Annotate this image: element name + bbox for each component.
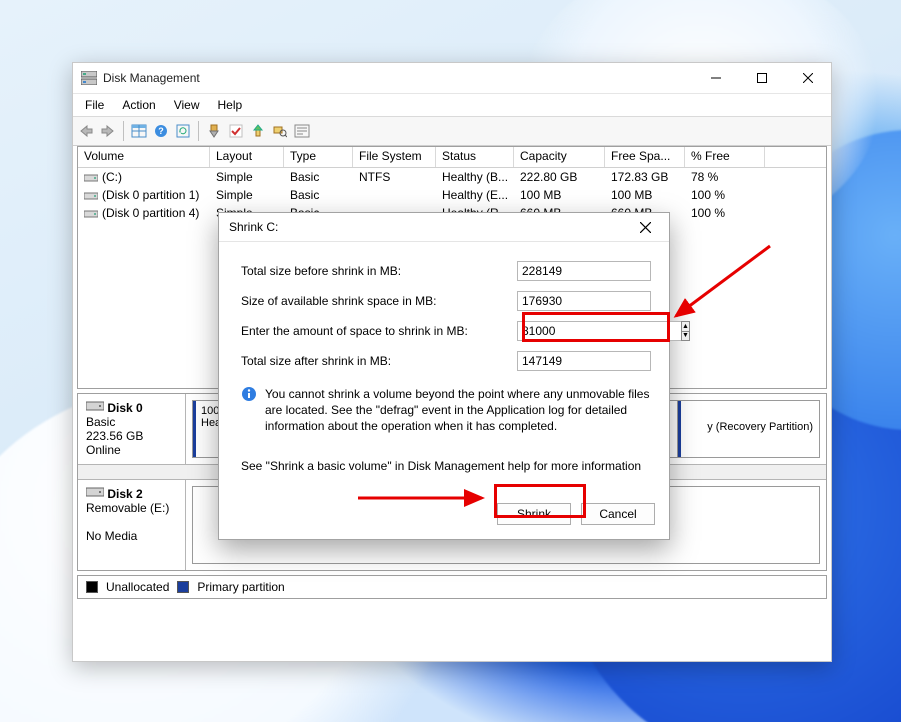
drive-icon (84, 172, 98, 184)
dialog-title: Shrink C: (229, 220, 278, 234)
search-icon[interactable] (271, 122, 289, 140)
back-icon[interactable] (77, 122, 95, 140)
info-text: You cannot shrink a volume beyond the po… (265, 386, 651, 435)
desktop-background: Disk Management File Action View Help ? (0, 0, 901, 722)
legend-swatch-unallocated (86, 581, 98, 593)
window-title: Disk Management (103, 71, 200, 85)
table-header: Volume Layout Type File System Status Ca… (78, 147, 826, 168)
field-total-before: 228149 (517, 261, 651, 281)
maximize-button[interactable] (739, 63, 785, 93)
drive-icon (84, 190, 98, 202)
menubar: File Action View Help (73, 94, 831, 117)
menu-file[interactable]: File (77, 95, 112, 115)
partition[interactable]: y (Recovery Partition) (678, 400, 820, 458)
minimize-button[interactable] (693, 63, 739, 93)
app-icon (81, 71, 97, 85)
col-volume[interactable]: Volume (78, 147, 210, 167)
col-status[interactable]: Status (436, 147, 514, 167)
refresh-icon[interactable] (174, 122, 192, 140)
up-icon[interactable] (249, 122, 267, 140)
dialog-titlebar[interactable]: Shrink C: (219, 213, 669, 242)
label-enter-amount: Enter the amount of space to shrink in M… (241, 324, 517, 338)
check-icon[interactable] (227, 122, 245, 140)
legend-primary: Primary partition (197, 580, 284, 594)
menu-action[interactable]: Action (114, 95, 163, 115)
spin-down-icon[interactable]: ▼ (682, 332, 689, 341)
close-button[interactable] (785, 63, 831, 93)
col-layout[interactable]: Layout (210, 147, 284, 167)
view-list-icon[interactable] (130, 122, 148, 140)
shrink-dialog: Shrink C: Total size before shrink in MB… (218, 212, 670, 540)
titlebar[interactable]: Disk Management (73, 63, 831, 94)
properties-icon[interactable] (293, 122, 311, 140)
col-pct-free[interactable]: % Free (685, 147, 765, 167)
forward-icon[interactable] (99, 122, 117, 140)
table-row[interactable]: (C:) Simple Basic NTFS Healthy (B... 222… (78, 168, 826, 186)
help-icon[interactable]: ? (152, 122, 170, 140)
field-available: 176930 (517, 291, 651, 311)
toolbar: ? (73, 117, 831, 146)
col-free[interactable]: Free Spa... (605, 147, 685, 167)
label-available: Size of available shrink space in MB: (241, 294, 517, 308)
spin-up-icon[interactable]: ▲ (682, 322, 689, 332)
info-icon (241, 386, 257, 402)
cancel-button[interactable]: Cancel (581, 503, 655, 525)
disk-title: Disk 2 (107, 487, 142, 501)
table-row[interactable]: (Disk 0 partition 1) Simple Basic Health… (78, 186, 826, 204)
shrink-amount-stepper[interactable]: ▲ ▼ (517, 321, 651, 341)
shrink-amount-input[interactable] (517, 321, 681, 341)
svg-text:?: ? (158, 126, 164, 136)
drive-icon (84, 208, 98, 220)
settings-icon[interactable] (205, 122, 223, 140)
disk-icon (86, 400, 104, 412)
label-total-after: Total size after shrink in MB: (241, 354, 517, 368)
disk-icon (86, 486, 104, 498)
dialog-close-button[interactable] (631, 213, 659, 241)
menu-view[interactable]: View (166, 95, 208, 115)
legend-unallocated: Unallocated (106, 580, 169, 594)
legend-swatch-primary (177, 581, 189, 593)
label-total-before: Total size before shrink in MB: (241, 264, 517, 278)
disk-title: Disk 0 (107, 401, 142, 415)
shrink-button[interactable]: Shrink (497, 503, 571, 525)
field-total-after: 147149 (517, 351, 651, 371)
help-text: See "Shrink a basic volume" in Disk Mana… (241, 459, 651, 473)
legend: Unallocated Primary partition (77, 575, 827, 599)
col-capacity[interactable]: Capacity (514, 147, 605, 167)
menu-help[interactable]: Help (210, 95, 251, 115)
col-type[interactable]: Type (284, 147, 353, 167)
col-file-system[interactable]: File System (353, 147, 436, 167)
